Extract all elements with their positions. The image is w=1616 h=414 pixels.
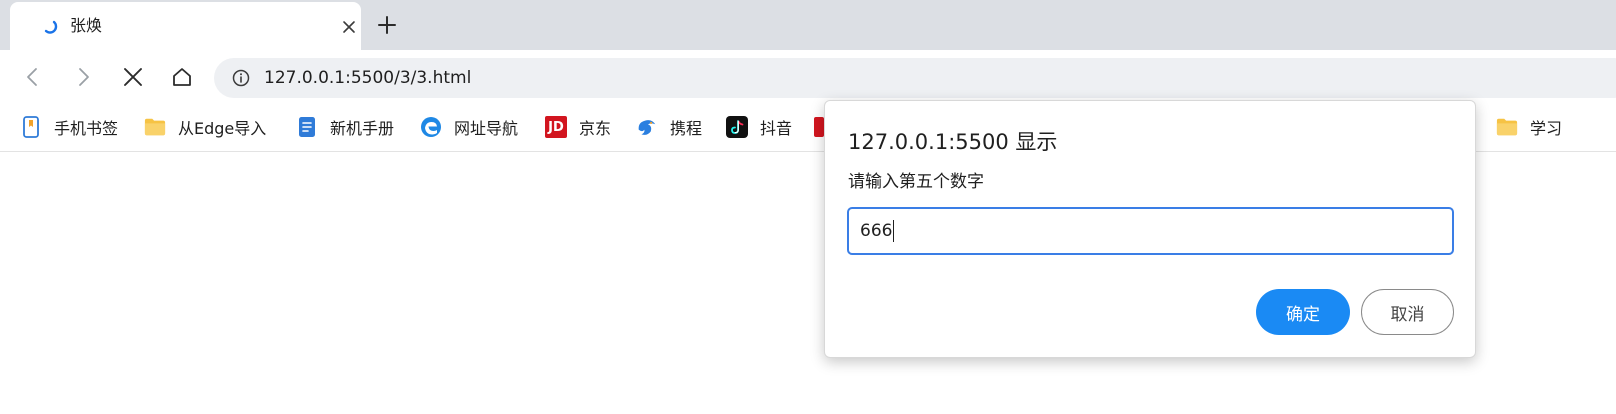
bookmark-clipped[interactable] xyxy=(814,114,824,140)
url-text[interactable]: 127.0.0.1:5500/3/3.html xyxy=(264,68,471,88)
bookmark-ctrip[interactable]: 携程 xyxy=(636,114,702,140)
bookmark-mobile[interactable]: 手机书签 xyxy=(20,114,118,140)
close-icon[interactable] xyxy=(338,16,360,38)
bookmark-navigation[interactable]: 网址导航 xyxy=(420,114,518,140)
home-icon xyxy=(173,68,191,86)
tab-title: 张焕 xyxy=(70,16,103,35)
folder-icon xyxy=(1496,116,1518,138)
ok-button[interactable]: 确定 xyxy=(1256,289,1350,335)
prompt-dialog: 127.0.0.1:5500 显示 请输入第五个数字 666 确定 取消 xyxy=(824,100,1476,358)
bookmark-manual[interactable]: 新机手册 xyxy=(296,114,394,140)
ctrip-icon xyxy=(636,116,658,138)
stop-button[interactable] xyxy=(118,62,148,92)
prompt-input-value[interactable]: 666 xyxy=(860,221,892,241)
chevron-right-icon xyxy=(79,68,89,86)
tab-strip: 张焕 xyxy=(0,0,1616,50)
bookmark-douyin[interactable]: 抖音 xyxy=(726,114,792,140)
cancel-button[interactable]: 取消 xyxy=(1361,289,1454,335)
close-icon xyxy=(124,68,142,86)
bookmark-study-folder[interactable]: 学习 xyxy=(1496,114,1562,140)
text-caret xyxy=(893,220,895,242)
home-button[interactable] xyxy=(167,62,197,92)
chevron-left-icon xyxy=(27,68,37,86)
forward-button[interactable] xyxy=(68,62,98,92)
dialog-message: 请输入第五个数字 xyxy=(848,172,984,192)
manual-icon xyxy=(296,116,318,138)
jd-icon: JD xyxy=(545,116,567,138)
tab-active[interactable]: 张焕 xyxy=(10,2,361,50)
back-button[interactable] xyxy=(18,62,48,92)
new-tab-button[interactable] xyxy=(374,12,400,38)
info-icon[interactable] xyxy=(232,69,250,87)
folder-icon xyxy=(144,116,166,138)
prompt-input[interactable]: 666 xyxy=(847,207,1454,255)
phone-bookmark-icon xyxy=(20,116,42,138)
bookmark-import-edge[interactable]: 从Edge导入 xyxy=(144,114,266,140)
plus-icon xyxy=(378,16,396,34)
dialog-title: 127.0.0.1:5500 显示 xyxy=(848,130,1058,154)
edge-icon xyxy=(420,116,442,138)
bookmark-jd[interactable]: JD 京东 xyxy=(545,114,611,140)
spinner-icon xyxy=(42,18,58,34)
address-bar[interactable]: 127.0.0.1:5500/3/3.html xyxy=(214,58,1616,98)
browser-window: 张焕 127.0.0.1:5500/3/3.html 手机书签 从Edge导入 … xyxy=(0,0,1616,414)
douyin-icon xyxy=(726,116,748,138)
toolbar: 127.0.0.1:5500/3/3.html xyxy=(0,50,1616,104)
